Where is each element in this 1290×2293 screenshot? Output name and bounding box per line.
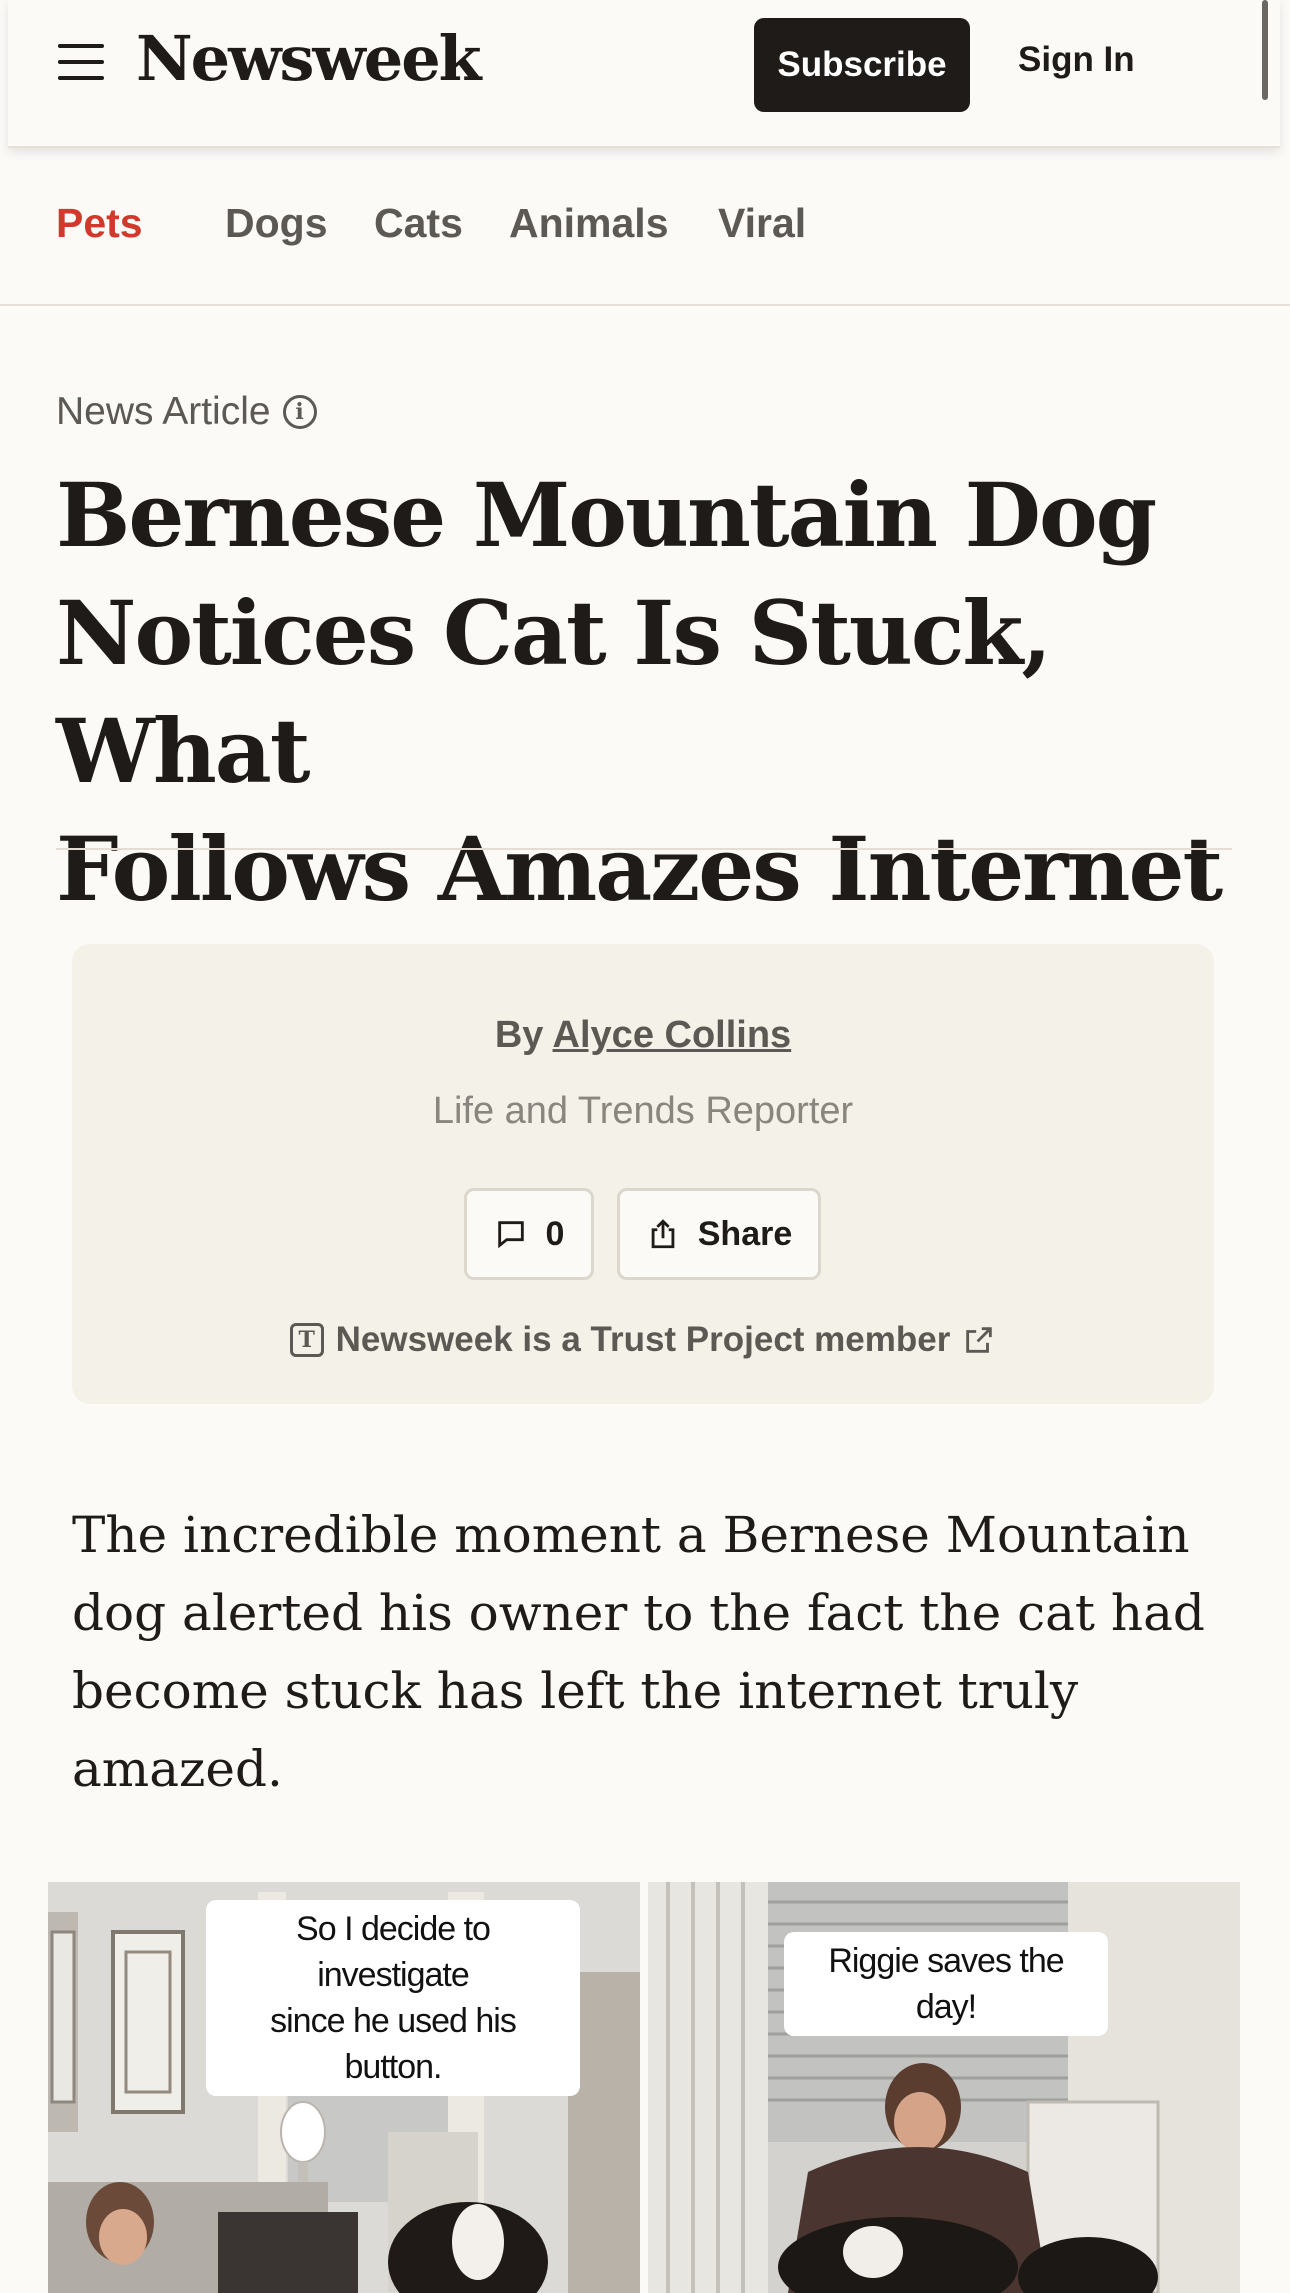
comment-count: 0 [545, 1214, 565, 1253]
menu-icon[interactable] [58, 42, 104, 82]
nav-item-animals[interactable]: Animals [509, 200, 669, 247]
article-kicker: News Article i [56, 390, 317, 434]
video-still-right[interactable]: Riggie saves the day! [648, 1882, 1240, 2293]
video-still-left[interactable]: So I decide to investigate since he used… [48, 1882, 640, 2293]
comment-icon [497, 1221, 524, 1249]
comments-button[interactable]: 0 [464, 1188, 594, 1280]
nav-item-dogs[interactable]: Dogs [225, 200, 328, 247]
author-link[interactable]: Alyce Collins [553, 1014, 792, 1056]
share-icon [651, 1219, 675, 1249]
divider [56, 848, 1232, 850]
byline: By Alyce Collins [72, 1014, 1214, 1057]
headline-line: Follows Amazes Internet [56, 817, 1223, 921]
share-label: Share [697, 1214, 793, 1253]
nav-item-viral[interactable]: Viral [718, 200, 806, 247]
scrollbar[interactable] [1262, 0, 1268, 100]
caption-line: since he used his button. [270, 2002, 517, 2086]
caption-line: So I decide to investigate [296, 1910, 491, 1994]
headline-line: Bernese Mountain Dog [56, 463, 1157, 567]
site-header: Newsweek Subscribe Sign In [8, 0, 1280, 148]
video-caption-right: Riggie saves the day! [784, 1932, 1108, 2036]
byline-card: By Alyce Collins Life and Trends Reporte… [72, 944, 1214, 1404]
info-icon[interactable]: i [282, 395, 317, 429]
newsweek-logo[interactable]: Newsweek [136, 22, 482, 95]
video-caption-left: So I decide to investigate since he used… [206, 1900, 580, 2096]
kicker-label: News Article [56, 390, 271, 433]
article-lede: The incredible moment a Bernese Mountain… [72, 1506, 1205, 1798]
sign-in-link[interactable]: Sign In [1018, 40, 1135, 80]
section-nav: Pets Dogs Cats Animals Viral [0, 150, 1290, 306]
nav-item-pets[interactable]: Pets [56, 200, 143, 247]
trust-text: Newsweek is a Trust Project member [335, 1320, 951, 1359]
external-link-icon [966, 1327, 993, 1353]
author-role: Life and Trends Reporter [432, 1090, 854, 1132]
byline-prefix: By [494, 1014, 544, 1056]
article-headline: Bernese Mountain Dog Notices Cat Is Stuc… [56, 456, 1246, 928]
headline-line: Notices Cat Is Stuck, What [56, 581, 1052, 803]
share-button[interactable]: Share [617, 1188, 821, 1280]
trust-project-link[interactable]: T Newsweek is a Trust Project member [72, 1320, 1214, 1360]
subscribe-button[interactable]: Subscribe [754, 18, 970, 112]
trust-project-icon: T [289, 1323, 324, 1357]
nav-item-cats[interactable]: Cats [374, 200, 463, 247]
